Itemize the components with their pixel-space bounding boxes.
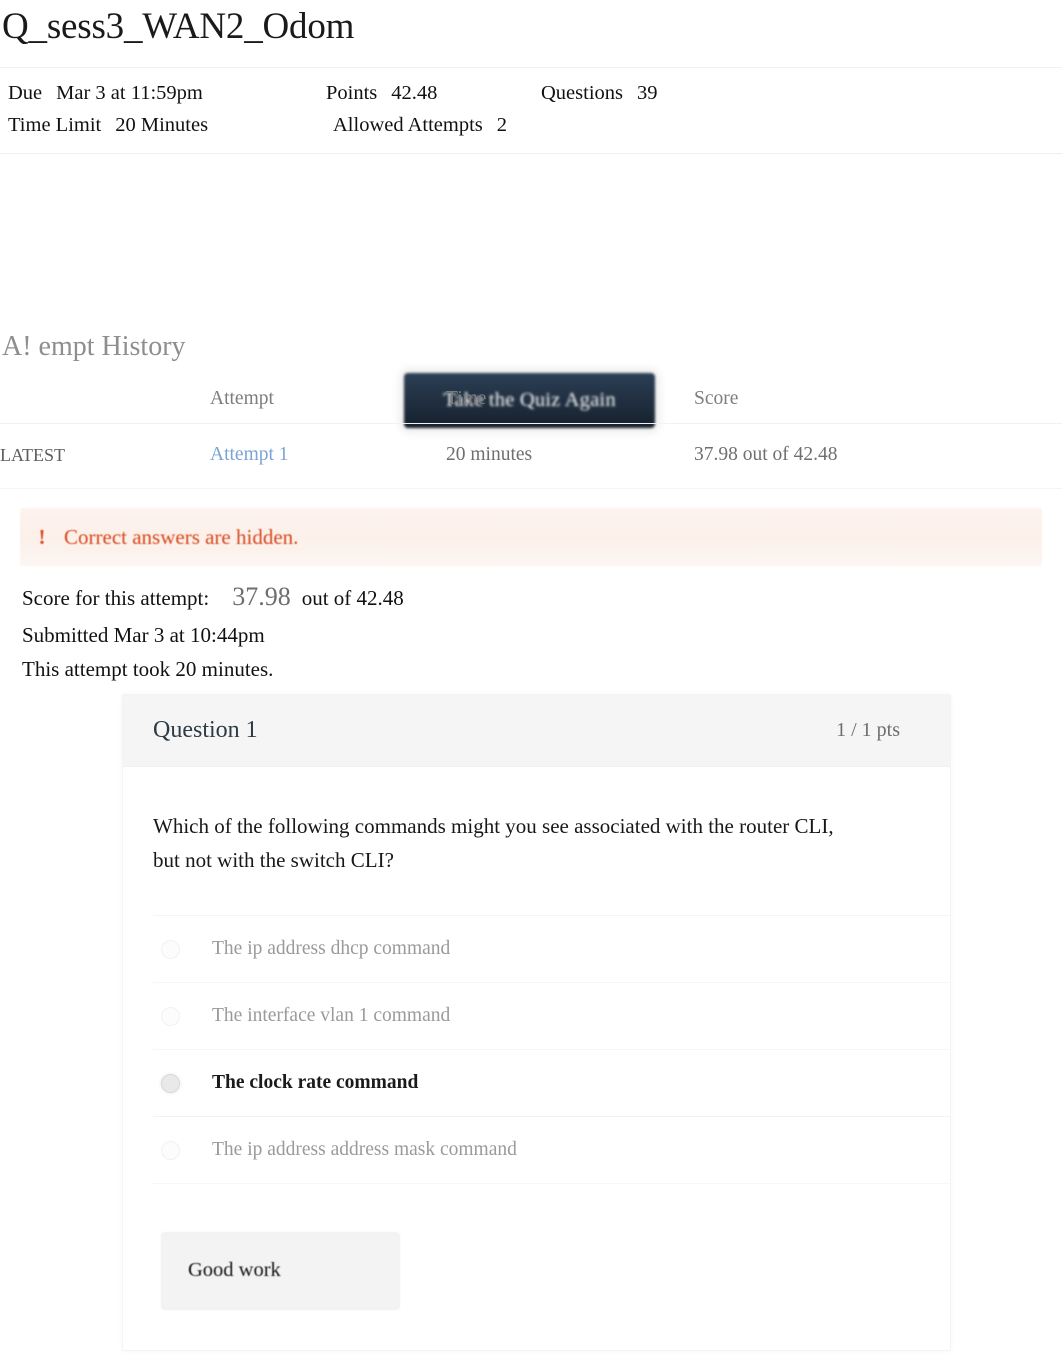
hidden-answers-warning-banner: ! Correct answers are hidden. [20,508,1042,566]
attempt-history-table: Attempt Time Score LATEST Attempt 1 20 m… [0,388,1062,489]
attempt-time-cell: 20 minutes [446,423,694,489]
feedback-area: Good work [123,1184,950,1350]
attempt-history-heading: A! empt History [2,331,186,362]
meta-questions-label: Questions [541,81,623,104]
list-item[interactable]: The ip address dhcp command [153,916,950,984]
submitted-timestamp: Submitted Mar 3 at 10:44pm [22,623,265,648]
meta-points: Points 42.48 [318,78,533,110]
meta-due-label: Due [8,81,43,104]
answer-label: The clock rate command [212,1072,419,1094]
quiz-meta-row-2: Time Limit 20 Minutes Allowed Attempts 2 [0,110,1062,142]
score-line: Score for this attempt: 37.98 out of 42.… [22,576,404,618]
meta-due: Due Mar 3 at 11:59pm [0,78,318,110]
attempt-history-thead: Attempt Time Score [0,388,1062,424]
meta-questions-value: 39 [637,81,658,104]
radio-button-icon[interactable] [161,1006,180,1026]
take-quiz-area: Take the Quiz Again [0,154,1062,429]
meta-time-limit: Time Limit 20 Minutes [0,110,325,142]
question-header: Question 1 1 / 1 pts [123,695,950,767]
radio-button-icon[interactable] [161,1140,180,1160]
list-item[interactable]: The interface vlan 1 command [153,983,950,1051]
meta-time-limit-value: 20 Minutes [115,113,209,136]
meta-points-label: Points [326,81,378,104]
attempt-1-link[interactable]: Attempt 1 [210,444,289,465]
warning-exclamation-icon: ! [38,524,46,549]
column-header-attempt: Attempt [210,388,446,424]
answer-label: The interface vlan 1 command [212,1005,451,1027]
warning-message: Correct answers are hidden. [64,524,299,549]
meta-allowed-attempts: Allowed Attempts 2 [325,110,565,142]
meta-allowed-attempts-value: 2 [496,113,508,136]
question-card: Question 1 1 / 1 pts Which of the follow… [122,694,951,1352]
question-points: 1 / 1 pts [836,719,900,741]
column-header-time: Time [446,388,694,424]
table-row: LATEST Attempt 1 20 minutes 37.98 out of… [0,423,1062,489]
list-item-selected[interactable]: The clock rate command [153,1050,950,1118]
attempt-history-header-row: Attempt Time Score [0,388,1062,424]
attempt-cell: Attempt 1 [210,423,446,489]
attempt-history-tbody: LATEST Attempt 1 20 minutes 37.98 out of… [0,423,1062,489]
answer-label: The ip address address mask command [212,1139,517,1161]
meta-questions: Questions 39 [533,78,773,110]
question-body: Which of the following commands might yo… [123,767,950,877]
feedback-text: Good work [188,1259,281,1282]
answer-list: The ip address dhcp command The interfac… [153,915,950,1185]
attempt-score-summary: Score for this attempt: 37.98 out of 42.… [22,576,404,686]
list-item[interactable]: The ip address address mask command [153,1117,950,1185]
question-name: Question 1 [153,717,258,743]
column-header-score: Score [694,388,1062,424]
answer-label: The ip address dhcp command [212,938,451,960]
feedback-box: Good work [161,1232,400,1311]
score-label: Score for this attempt: [22,586,210,610]
meta-allowed-attempts-label: Allowed Attempts [333,113,483,136]
quiz-meta-header: Due Mar 3 at 11:59pm Points 42.48 Questi… [0,66,1062,155]
latest-badge: LATEST [0,423,210,489]
question-text: Which of the following commands might yo… [153,814,834,872]
page-title: Q_sess3_WAN2_Odom [2,6,355,47]
attempt-score-cell: 37.98 out of 42.48 [694,423,1062,489]
meta-time-limit-label: Time Limit [8,113,102,136]
radio-button-selected-icon[interactable] [161,1073,180,1093]
quiz-results-page: Q_sess3_WAN2_Odom Due Mar 3 at 11:59pm P… [0,0,1062,1352]
quiz-meta-row-1: Due Mar 3 at 11:59pm Points 42.48 Questi… [0,78,1062,110]
attempt-duration: This attempt took 20 minutes. [22,657,274,682]
column-header-blank [0,388,210,424]
score-out-of: out of 42.48 [301,586,404,610]
meta-points-value: 42.48 [391,81,438,104]
meta-due-value: Mar 3 at 11:59pm [56,81,203,104]
score-value: 37.98 [232,582,291,611]
radio-button-icon[interactable] [161,939,180,959]
